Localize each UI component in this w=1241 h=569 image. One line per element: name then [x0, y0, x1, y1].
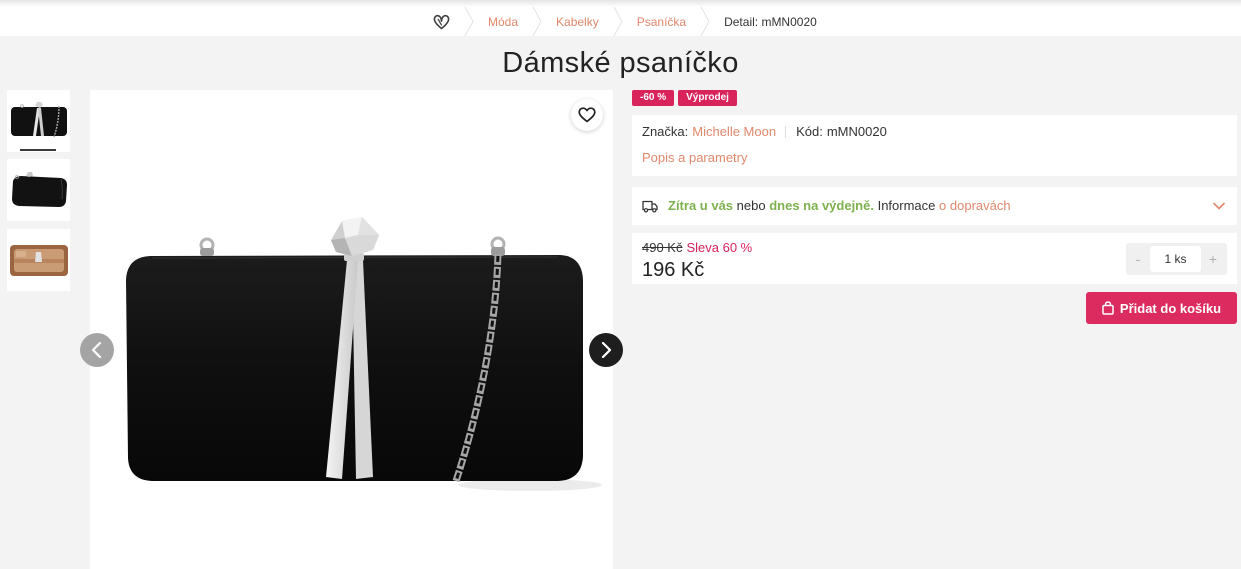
breadcrumb-item-moda[interactable]: Móda [488, 15, 518, 29]
current-price: 196 Kč [642, 259, 705, 281]
sale-badge: Výprodej [678, 90, 737, 106]
product-code: mMN0020 [826, 124, 887, 139]
delivery-tomorrow: Zítra u vás [668, 198, 734, 213]
heart-icon [578, 107, 596, 123]
top-bar: Móda Kabelky Psaníčka Detail: mMN0020 [0, 0, 1241, 37]
add-to-cart-button[interactable]: Přidat do košíku [1086, 292, 1237, 324]
truck-icon [642, 199, 658, 213]
brand-logo-icon[interactable] [433, 14, 450, 30]
quantity-input[interactable] [1150, 246, 1201, 272]
page-title: Dámské psaníčko [502, 47, 739, 79]
chevron-down-icon[interactable] [1213, 202, 1225, 210]
product-badges: -60 % Výprodej [632, 90, 741, 106]
breadcrumb-item-psanicka[interactable]: Psaníčka [637, 15, 686, 29]
thumbnail-image [11, 102, 67, 138]
gallery-thumbnail-1[interactable] [7, 90, 70, 152]
bag-clasp-crystal [331, 217, 379, 256]
gallery-next-button[interactable] [589, 333, 623, 367]
breadcrumb: Móda Kabelky Psaníčka Detail: mMN0020 [433, 6, 817, 37]
delivery-info-label: Informace [877, 198, 936, 213]
delivery-panel[interactable]: Zítra u vás nebo dnes na výdejně. Inform… [632, 187, 1237, 225]
code-label: Kód: [796, 124, 823, 139]
brand-label: Značka: [642, 124, 689, 139]
delivery-connector: nebo [736, 198, 766, 213]
gallery-prev-button[interactable] [80, 333, 114, 367]
breadcrumb-separator [613, 6, 623, 37]
product-meta-panel: Značka: Michelle Moon Kód: mMN0020 Popis… [632, 115, 1237, 176]
delivery-pickup: dnes na výdejně. [769, 198, 874, 213]
breadcrumb-item-kabelky[interactable]: Kabelky [556, 15, 599, 29]
original-price: 490 Kč [642, 240, 683, 255]
bag-hinge-right [490, 236, 506, 256]
price-discount-row: 490 Kč Sleva 60 % [642, 240, 752, 256]
thumbnail-image [12, 172, 67, 207]
brand-link[interactable]: Michelle Moon [692, 123, 776, 141]
quantity-stepper: - + [1126, 243, 1227, 275]
chevron-right-icon [601, 342, 612, 358]
brand-code-row: Značka: Michelle Moon Kód: mMN0020 [642, 123, 887, 141]
bag-hinge-left [199, 237, 215, 256]
breadcrumb-separator [700, 6, 710, 37]
gallery-thumbnail-3[interactable] [7, 229, 70, 291]
product-image [126, 217, 602, 491]
breadcrumb-separator [532, 6, 542, 37]
decrease-quantity-button[interactable]: - [1126, 243, 1150, 275]
price-panel: 490 KčSleva 60 % 196 Kč - + [632, 233, 1237, 284]
discount-badge: -60 % [632, 90, 675, 106]
active-thumbnail-indicator [20, 149, 56, 151]
shipping-info-link[interactable]: o dopravách [939, 198, 1011, 213]
gallery-thumbnail-2[interactable] [7, 159, 70, 221]
thumbnail-image [10, 245, 68, 276]
shopping-bag-icon [1102, 301, 1114, 315]
product-main-image[interactable] [90, 90, 613, 569]
delivery-info: Zítra u vás nebo dnes na výdejně. Inform… [642, 187, 1011, 225]
increase-quantity-button[interactable]: + [1201, 243, 1225, 275]
add-to-cart-label: Přidat do košíku [1119, 300, 1222, 316]
chevron-left-icon [91, 342, 102, 358]
wishlist-button[interactable] [571, 99, 603, 131]
details-link[interactable]: Popis a parametry [642, 149, 748, 167]
breadcrumb-current: Detail: mMN0020 [724, 14, 817, 29]
meta-divider [785, 126, 787, 138]
breadcrumb-separator [464, 6, 474, 37]
discount-label: Sleva 60 % [686, 240, 753, 255]
